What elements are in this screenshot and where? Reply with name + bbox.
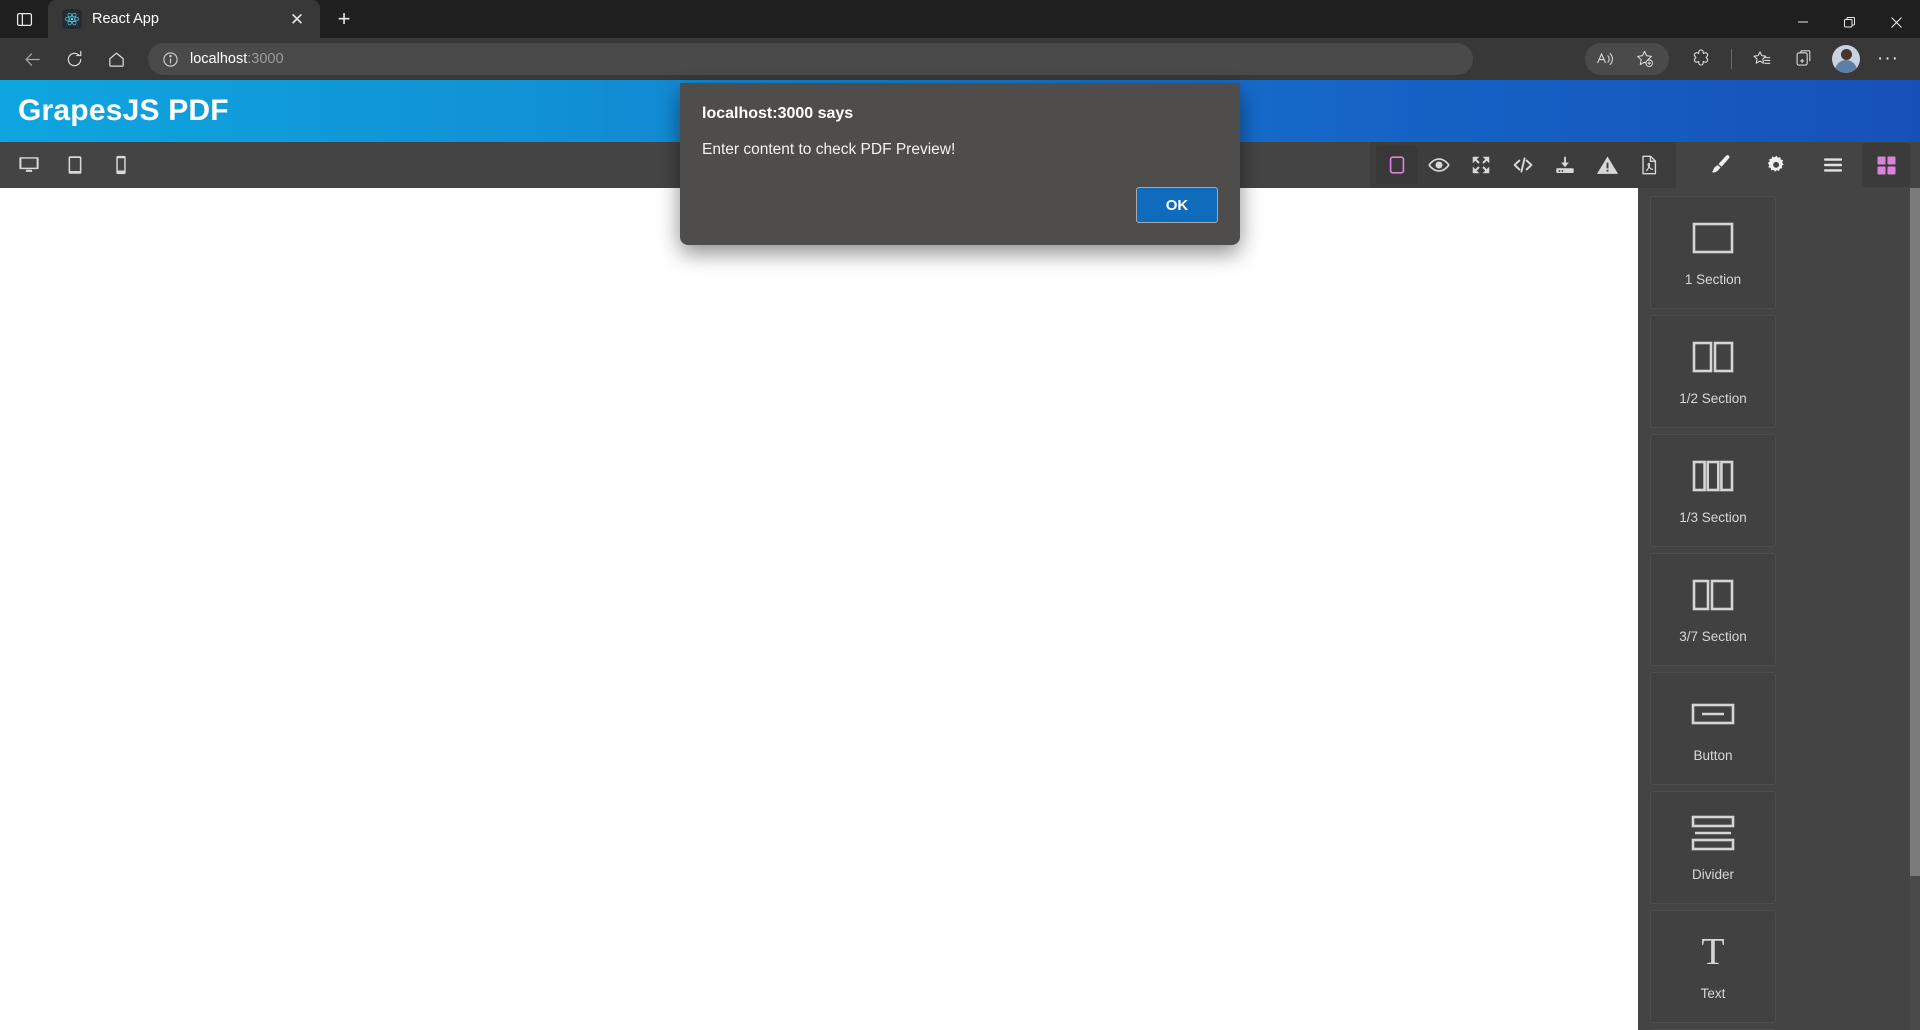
blocks-panel: 1 Section 1/2 Section 1/3 Section 3/7 Se… <box>1638 188 1920 1030</box>
block-text[interactable]: T Text <box>1650 910 1776 1023</box>
add-favorite-icon[interactable] <box>1625 42 1665 76</box>
address-actions-pill <box>1585 43 1669 75</box>
restore-icon[interactable] <box>1826 6 1873 38</box>
extensions-icon[interactable] <box>1681 42 1721 76</box>
half-section-icon <box>1692 337 1734 377</box>
javascript-alert-dialog: localhost:3000 says Enter content to che… <box>680 83 1240 245</box>
import-button[interactable] <box>1544 146 1586 184</box>
react-logo-icon <box>62 9 82 29</box>
dialog-message: Enter content to check PDF Preview! <box>702 141 956 158</box>
minimize-icon[interactable] <box>1779 6 1826 38</box>
blocks-panel-scrollbar[interactable] <box>1910 188 1920 1030</box>
block-label: Text <box>1700 986 1726 1001</box>
block-label: Button <box>1693 748 1733 763</box>
block-label: 1 Section <box>1684 272 1742 287</box>
profile-avatar[interactable] <box>1832 45 1860 73</box>
close-icon[interactable] <box>1873 6 1920 38</box>
browser-titlebar: React App ✕ + <box>0 0 1920 38</box>
divider-icon <box>1691 813 1735 853</box>
open-settings-button[interactable] <box>1748 146 1804 184</box>
scrollbar-thumb[interactable] <box>1910 188 1920 876</box>
open-blocks-button[interactable] <box>1862 143 1910 187</box>
one-section-icon <box>1692 218 1734 258</box>
browser-toolbar-right: ··· <box>1585 42 1908 76</box>
block-label: 1/2 Section <box>1679 391 1747 406</box>
refresh-icon[interactable] <box>54 42 94 76</box>
address-bar[interactable]: localhost:3000 <box>148 43 1473 75</box>
device-tablet-button[interactable] <box>54 146 96 184</box>
dialog-title: localhost:3000 says <box>702 105 854 122</box>
block-3-7-section[interactable]: 3/7 Section <box>1650 553 1776 666</box>
site-info-icon[interactable] <box>162 51 179 68</box>
new-tab-button[interactable]: + <box>322 0 366 38</box>
block-1-section[interactable]: 1 Section <box>1650 196 1776 309</box>
home-icon[interactable] <box>96 42 136 76</box>
borders-toggle-button[interactable] <box>1376 146 1418 184</box>
block-divider[interactable]: Divider <box>1650 791 1776 904</box>
view-tools-group <box>1370 142 1676 188</box>
block-1-3-section[interactable]: 1/3 Section <box>1650 434 1776 547</box>
toolbar-divider <box>1731 49 1732 69</box>
close-icon[interactable]: ✕ <box>284 6 310 32</box>
titlebar-drag-region <box>366 0 1779 38</box>
read-aloud-icon[interactable] <box>1585 42 1625 76</box>
back-arrow-icon[interactable] <box>12 42 52 76</box>
option-tools-group <box>1676 143 1920 187</box>
third-section-icon <box>1692 456 1734 496</box>
settings-more-icon[interactable]: ··· <box>1868 42 1908 76</box>
clear-canvas-button[interactable] <box>1586 146 1628 184</box>
block-label: 1/3 Section <box>1679 510 1747 525</box>
tab-title: React App <box>92 11 159 27</box>
preview-button[interactable] <box>1418 146 1460 184</box>
open-layers-button[interactable] <box>1804 146 1862 184</box>
address-host: localhost <box>190 51 248 67</box>
blocks-grid: 1 Section 1/2 Section 1/3 Section 3/7 Se… <box>1638 188 1910 1030</box>
three-seven-section-icon <box>1692 575 1734 615</box>
ok-button[interactable]: OK <box>1136 187 1218 223</box>
device-switcher <box>0 146 142 184</box>
collections-icon[interactable] <box>1784 42 1824 76</box>
block-label: Divider <box>1691 867 1734 882</box>
favorites-icon[interactable] <box>1742 42 1782 76</box>
open-style-manager-button[interactable] <box>1692 146 1748 184</box>
browser-navbar: localhost:3000 ··· <box>0 38 1920 80</box>
button-icon <box>1691 694 1735 734</box>
editor-canvas[interactable] <box>0 188 1638 1030</box>
block-1-2-section[interactable]: 1/2 Section <box>1650 315 1776 428</box>
device-mobile-button[interactable] <box>100 146 142 184</box>
block-button[interactable]: Button <box>1650 672 1776 785</box>
browser-tab[interactable]: React App ✕ <box>48 0 320 38</box>
device-desktop-button[interactable] <box>8 146 50 184</box>
pdf-preview-button[interactable] <box>1628 146 1670 184</box>
view-code-button[interactable] <box>1502 146 1544 184</box>
page-title: GrapesJS PDF <box>18 94 229 127</box>
fullscreen-button[interactable] <box>1460 146 1502 184</box>
tab-strip-icon[interactable] <box>0 0 48 38</box>
text-icon: T <box>1701 931 1725 973</box>
address-url: localhost:3000 <box>190 51 284 67</box>
address-port: :3000 <box>247 51 284 67</box>
block-label: 3/7 Section <box>1679 629 1747 644</box>
